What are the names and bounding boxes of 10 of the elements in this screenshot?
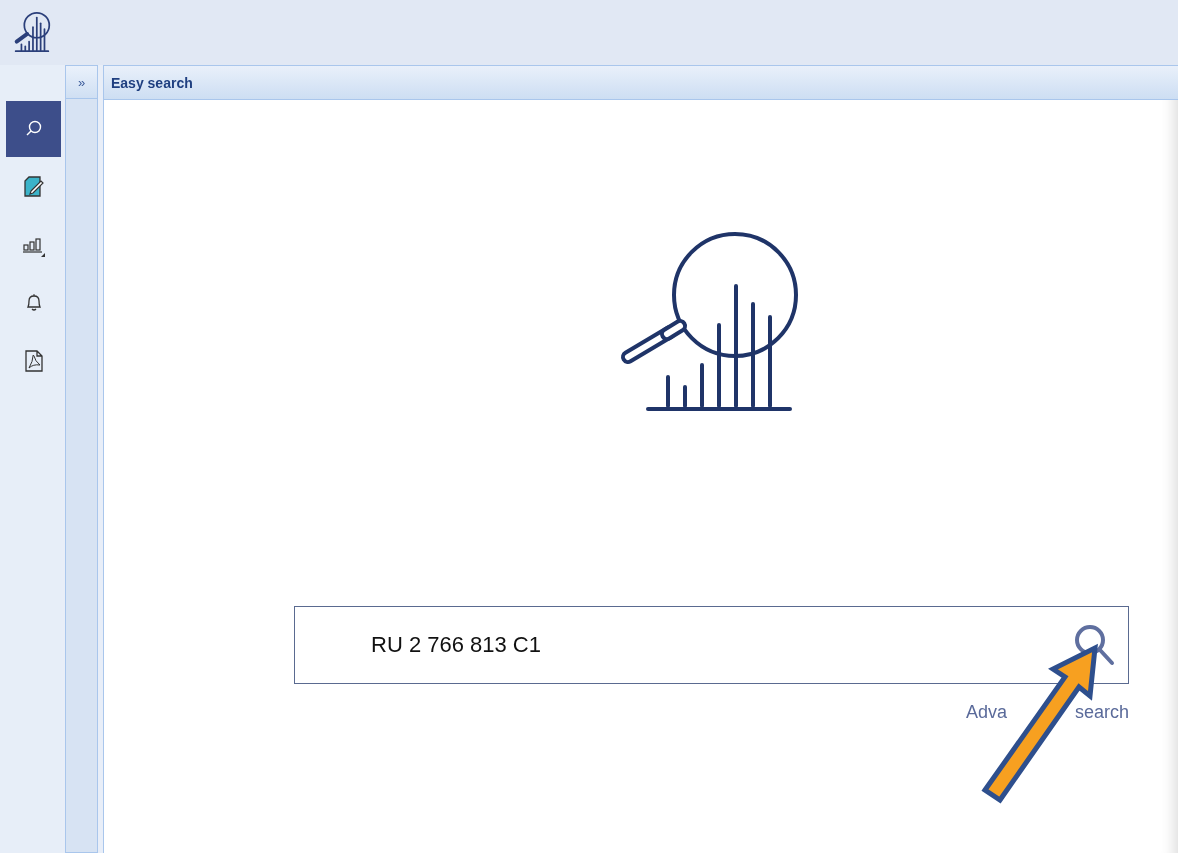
panel-title: Easy search: [111, 74, 193, 91]
advanced-search-link[interactable]: Adva: [965, 702, 1007, 723]
sidebar-item[interactable]: [6, 101, 61, 157]
search-field[interactable]: RU 2 766 813 C1: [294, 606, 1129, 684]
edit-icon: [21, 175, 46, 199]
search-input[interactable]: RU 2 766 813 C1: [369, 631, 1070, 659]
pdf-document-icon: [22, 349, 45, 373]
magnifier-chart-logo-icon: [618, 232, 798, 412]
expand-button[interactable]: »: [66, 66, 97, 99]
advanced-search-link[interactable]: search: [1074, 702, 1129, 723]
